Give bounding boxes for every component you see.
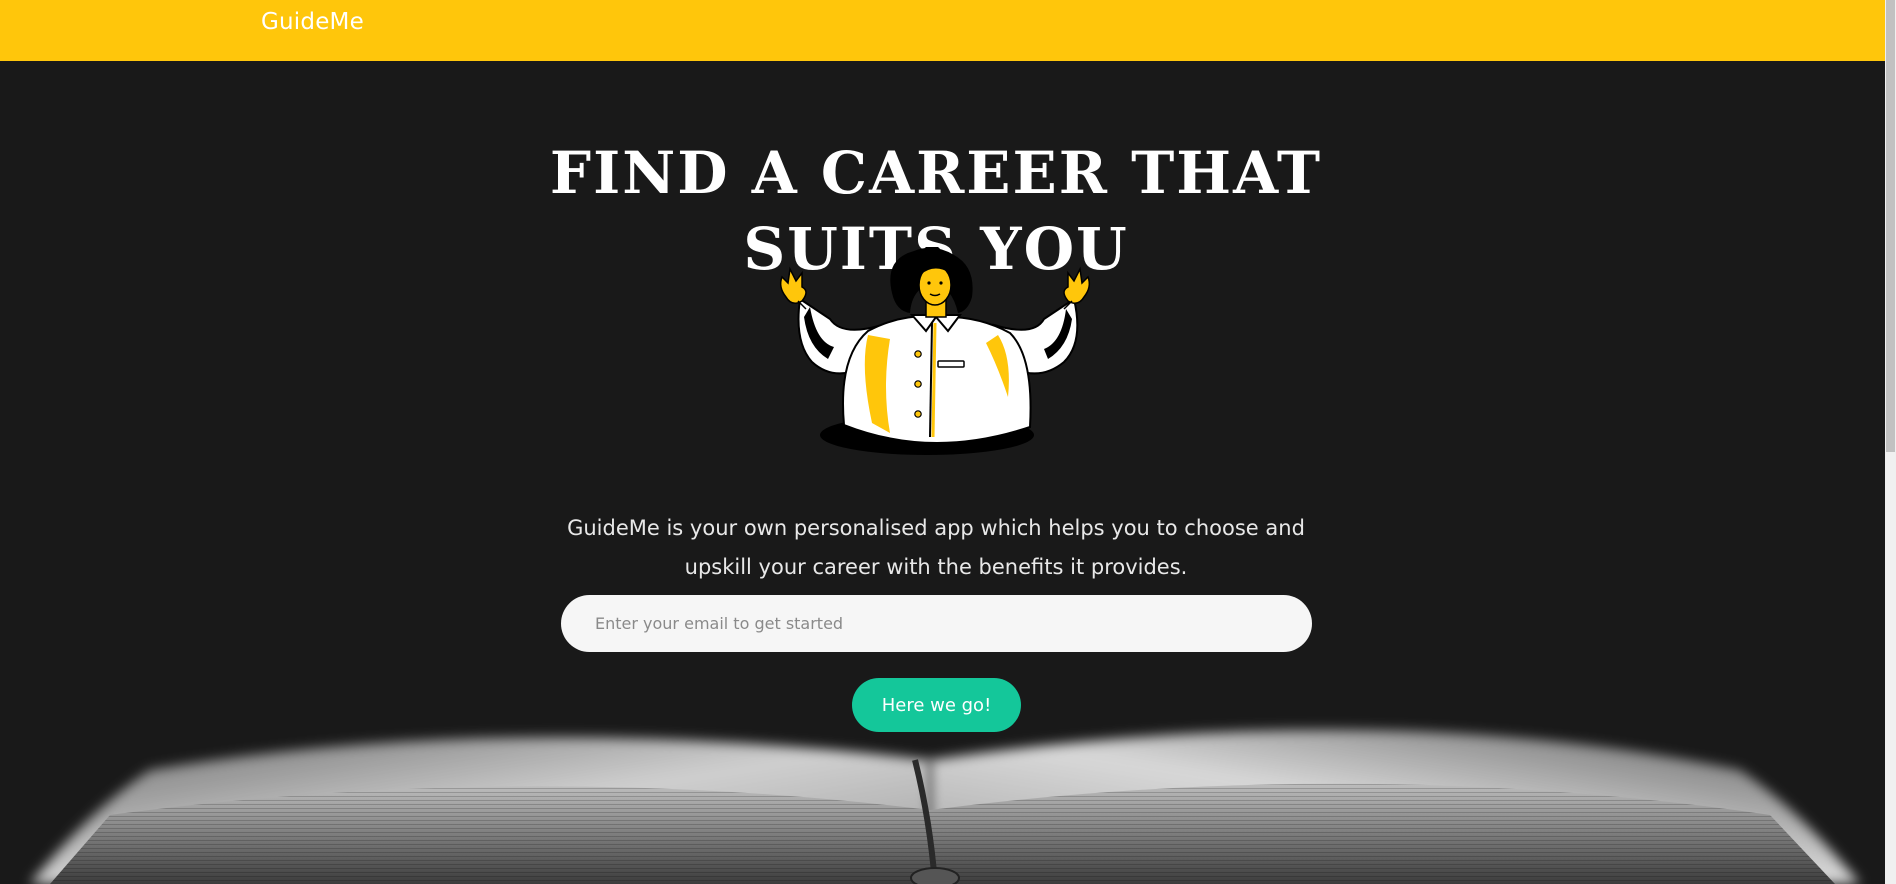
email-input[interactable] xyxy=(561,595,1312,652)
landing-page: GuideMe FIND A CAREER THAT SUITS YOU Gui… xyxy=(0,0,1896,884)
hero-description-line-2: upskill your career with the benefits it… xyxy=(684,555,1188,579)
open-book-background-image xyxy=(30,729,1860,884)
scrollbar-thumb[interactable] xyxy=(1886,0,1895,452)
hero-description-line-1: GuideMe is your own personalised app whi… xyxy=(567,516,1305,540)
hero-description: GuideMe is your own personalised app whi… xyxy=(0,509,1872,587)
vertical-scrollbar[interactable] xyxy=(1885,0,1896,884)
hero-title-line-1: FIND A CAREER THAT xyxy=(549,138,1323,207)
brand-logo-link[interactable]: GuideMe xyxy=(261,9,364,35)
person-emerging-illustration xyxy=(779,247,1091,455)
navbar: GuideMe xyxy=(0,0,1885,61)
